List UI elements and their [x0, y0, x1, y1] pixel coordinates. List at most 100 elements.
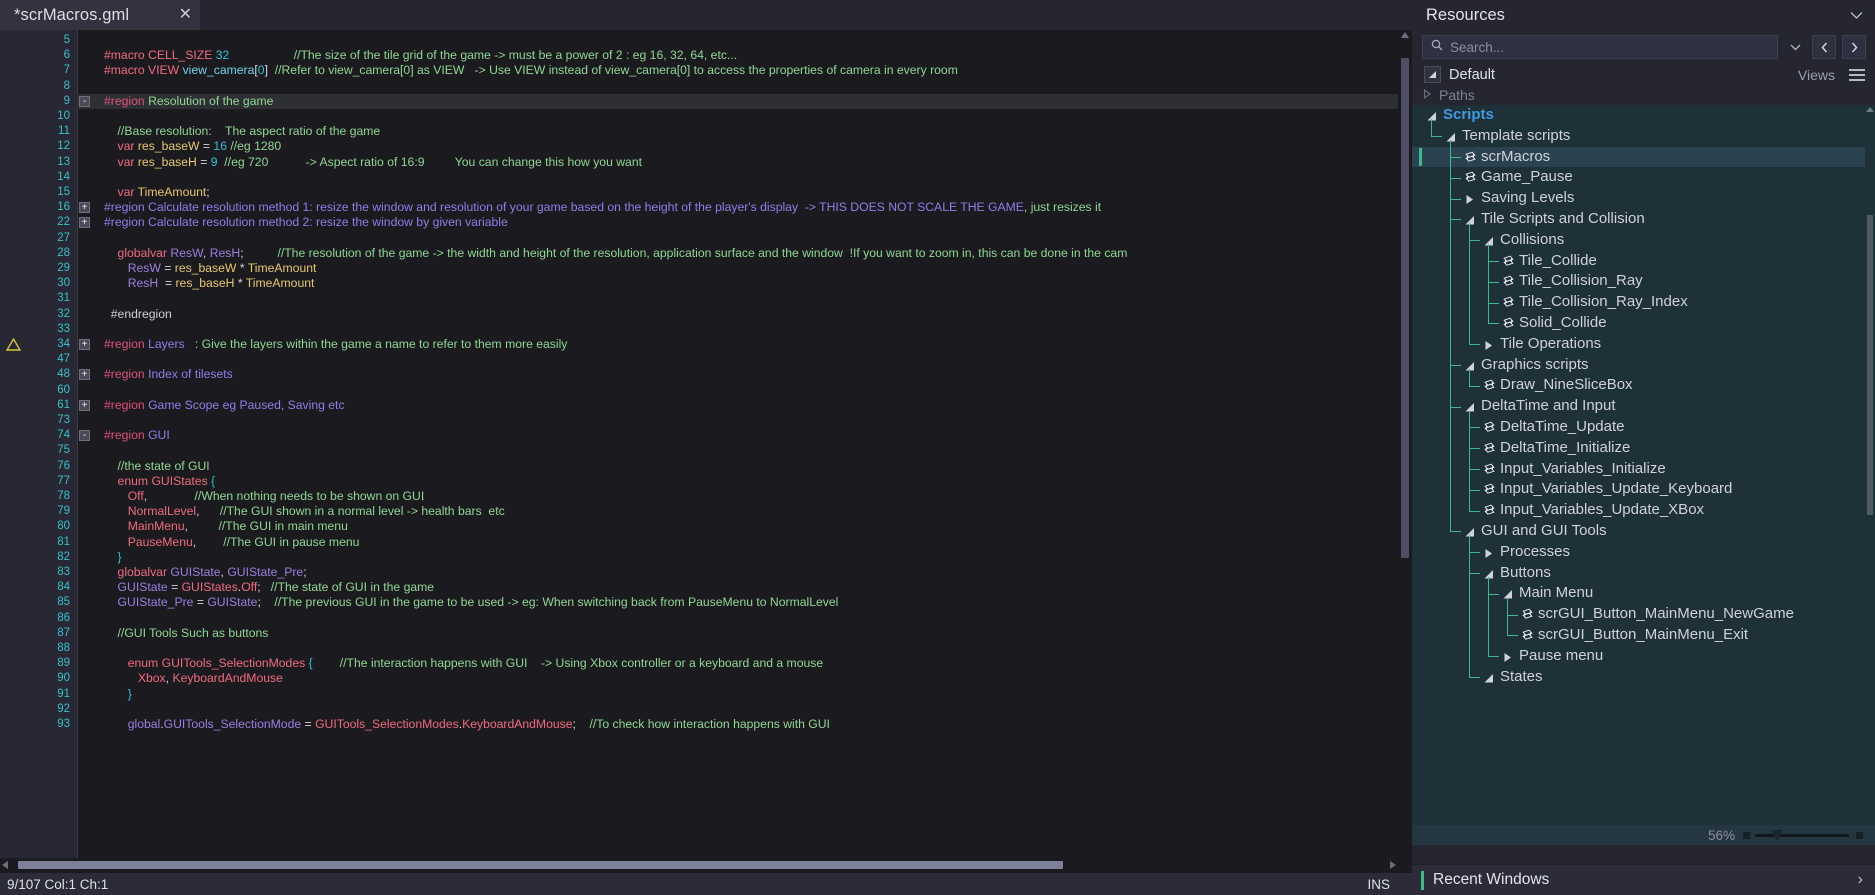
nav-back-button[interactable]: [1812, 35, 1836, 59]
code-line[interactable]: [95, 79, 107, 94]
code-line[interactable]: #region Calculate resolution method 1: r…: [95, 200, 1101, 215]
code-line[interactable]: global.GUITools_SelectionMode = GUITools…: [95, 717, 830, 732]
code-line[interactable]: var TimeAmount;: [95, 185, 210, 200]
code-line[interactable]: PauseMenu, //The GUI in pause menu: [95, 535, 360, 550]
fold-expand-icon[interactable]: +: [79, 202, 90, 214]
code-line[interactable]: globalvar GUIState, GUIState_Pre;: [95, 565, 307, 580]
warning-icon[interactable]: [5, 337, 22, 356]
code-line[interactable]: [95, 352, 107, 367]
fold-collapse-icon[interactable]: -: [79, 430, 90, 442]
tree-item-folder[interactable]: GUI and GUI Tools: [1412, 521, 1865, 542]
expander-closed-icon[interactable]: [1483, 546, 1496, 559]
code-line[interactable]: [95, 33, 107, 48]
tree-item-script[interactable]: Tile_Collision_Ray_Index: [1412, 292, 1865, 313]
code-line[interactable]: [95, 611, 107, 626]
tree-item-folder[interactable]: Scripts: [1412, 105, 1865, 126]
default-config-icon[interactable]: [1424, 66, 1441, 83]
code-line[interactable]: //the state of GUI: [95, 459, 210, 474]
editor-horizontal-scrollbar[interactable]: [0, 858, 1398, 872]
fold-expand-icon[interactable]: +: [79, 399, 90, 411]
res-vertical-scroll-thumb[interactable]: [1867, 215, 1873, 515]
tree-item-script[interactable]: scrGUI_Button_MainMenu_NewGame: [1412, 604, 1865, 625]
code-line[interactable]: [95, 702, 107, 717]
expander-open-icon[interactable]: [1483, 234, 1496, 247]
code-line[interactable]: [95, 170, 107, 185]
tree-item-folder[interactable]: Pause menu: [1412, 646, 1865, 667]
marker-gutter[interactable]: [0, 30, 28, 895]
code-line[interactable]: NormalLevel, //The GUI shown in a normal…: [95, 504, 505, 519]
code-line[interactable]: Xbox, KeyboardAndMouse: [95, 671, 283, 686]
code-line[interactable]: }: [95, 687, 132, 702]
fold-expand-icon[interactable]: +: [79, 217, 90, 229]
zoom-slider[interactable]: [1743, 829, 1863, 841]
code-line[interactable]: var res_baseH = 9 //eg 720 -> Aspect rat…: [95, 155, 642, 170]
zoom-slider-min[interactable]: [1743, 831, 1750, 839]
code-line[interactable]: [95, 109, 107, 124]
code-line[interactable]: [95, 322, 107, 337]
code-line[interactable]: [95, 291, 107, 306]
zoom-slider-max[interactable]: [1856, 831, 1863, 839]
expander-open-icon[interactable]: [1464, 525, 1477, 538]
code-line[interactable]: #macro VIEW view_camera[0] //Refer to vi…: [95, 63, 958, 78]
tree-item-folder[interactable]: Tile Scripts and Collision: [1412, 209, 1865, 230]
fold-expand-icon[interactable]: +: [79, 369, 90, 381]
code-line[interactable]: MainMenu, //The GUI in main menu: [95, 519, 348, 534]
expander-open-icon[interactable]: [1445, 130, 1458, 143]
code-line[interactable]: #region Index of tilesets: [95, 367, 233, 382]
code-line[interactable]: globalvar ResW, ResH; //The resolution o…: [95, 246, 1128, 261]
editor-vertical-scrollbar[interactable]: [1398, 30, 1412, 858]
nav-forward-button[interactable]: [1842, 35, 1866, 59]
code-line[interactable]: #region Game Scope eg Paused, Saving etc: [95, 398, 345, 413]
code-line[interactable]: ResH = res_baseH * TimeAmount: [95, 276, 315, 291]
zoom-slider-knob[interactable]: [1771, 829, 1783, 841]
chevron-right-icon[interactable]: [1423, 86, 1432, 104]
chevron-down-icon[interactable]: [1850, 9, 1863, 22]
recent-windows-expand-icon[interactable]: ›: [1858, 871, 1863, 889]
tree-item-script[interactable]: Tile_Collide: [1412, 251, 1865, 272]
code-line[interactable]: //Base resolution: The aspect ratio of t…: [95, 124, 381, 139]
tree-item-script[interactable]: scrMacros: [1412, 146, 1865, 168]
tree-item-script[interactable]: Game_Pause: [1412, 167, 1865, 188]
resources-vertical-scrollbar[interactable]: [1865, 105, 1875, 825]
code-line[interactable]: GUIState_Pre = GUIState; //The previous …: [95, 595, 839, 610]
tree-node-paths[interactable]: Paths: [1412, 85, 1875, 105]
res-scroll-up-arrow-icon[interactable]: [1866, 107, 1874, 112]
tree-item-folder[interactable]: Template scripts: [1412, 126, 1865, 147]
views-label[interactable]: Views: [1798, 67, 1835, 83]
resource-tree[interactable]: Scripts Template scripts scrMacros Game_Pau…: [1412, 105, 1875, 825]
code-line[interactable]: enum GUIStates {: [95, 474, 216, 489]
tab-scrmacros[interactable]: *scrMacros.gml ✕: [0, 0, 200, 30]
tree-item-script[interactable]: Solid_Collide: [1412, 313, 1865, 334]
code-line[interactable]: enum GUITools_SelectionModes { //The int…: [95, 656, 823, 671]
fold-expand-icon[interactable]: +: [79, 339, 90, 350]
code-line[interactable]: #endregion: [95, 307, 172, 322]
search-options-dropdown[interactable]: [1784, 35, 1806, 59]
expander-open-icon[interactable]: [1426, 109, 1439, 122]
tree-item-script[interactable]: scrGUI_Button_MainMenu_Exit: [1412, 625, 1865, 646]
scroll-left-arrow-icon[interactable]: [2, 861, 8, 869]
vertical-scroll-thumb[interactable]: [1401, 58, 1409, 558]
code-text-area[interactable]: #macro CELL_SIZE 32 //The size of the ti…: [95, 30, 1412, 895]
expander-open-icon[interactable]: [1464, 400, 1477, 413]
code-line[interactable]: [95, 383, 107, 398]
code-line[interactable]: #region Resolution of the game: [95, 94, 273, 109]
expander-open-icon[interactable]: [1483, 567, 1496, 580]
zoom-slider-track[interactable]: [1755, 833, 1849, 837]
expander-closed-icon[interactable]: [1464, 192, 1477, 205]
recent-windows-bar[interactable]: Recent Windows ›: [1412, 864, 1875, 895]
scroll-up-arrow-icon[interactable]: [1401, 32, 1409, 38]
code-line[interactable]: }: [95, 550, 122, 565]
code-line[interactable]: [95, 641, 107, 656]
expander-open-icon[interactable]: [1483, 671, 1496, 684]
code-line[interactable]: //GUI Tools Such as buttons: [95, 626, 269, 641]
scroll-right-arrow-icon[interactable]: [1390, 861, 1396, 869]
tree-item-folder[interactable]: Saving Levels: [1412, 188, 1865, 209]
code-line[interactable]: #region Calculate resolution method 2: r…: [95, 215, 508, 230]
search-input[interactable]: Search...: [1422, 35, 1778, 59]
code-line[interactable]: ResW = res_baseW * TimeAmount: [95, 261, 317, 276]
expander-open-icon[interactable]: [1464, 359, 1477, 372]
hamburger-menu-icon[interactable]: [1849, 68, 1865, 81]
code-line[interactable]: #region Layers : Give the layers within …: [95, 337, 567, 352]
tree-item-folder[interactable]: Main Menu: [1412, 583, 1865, 604]
close-icon[interactable]: ✕: [149, 7, 192, 23]
